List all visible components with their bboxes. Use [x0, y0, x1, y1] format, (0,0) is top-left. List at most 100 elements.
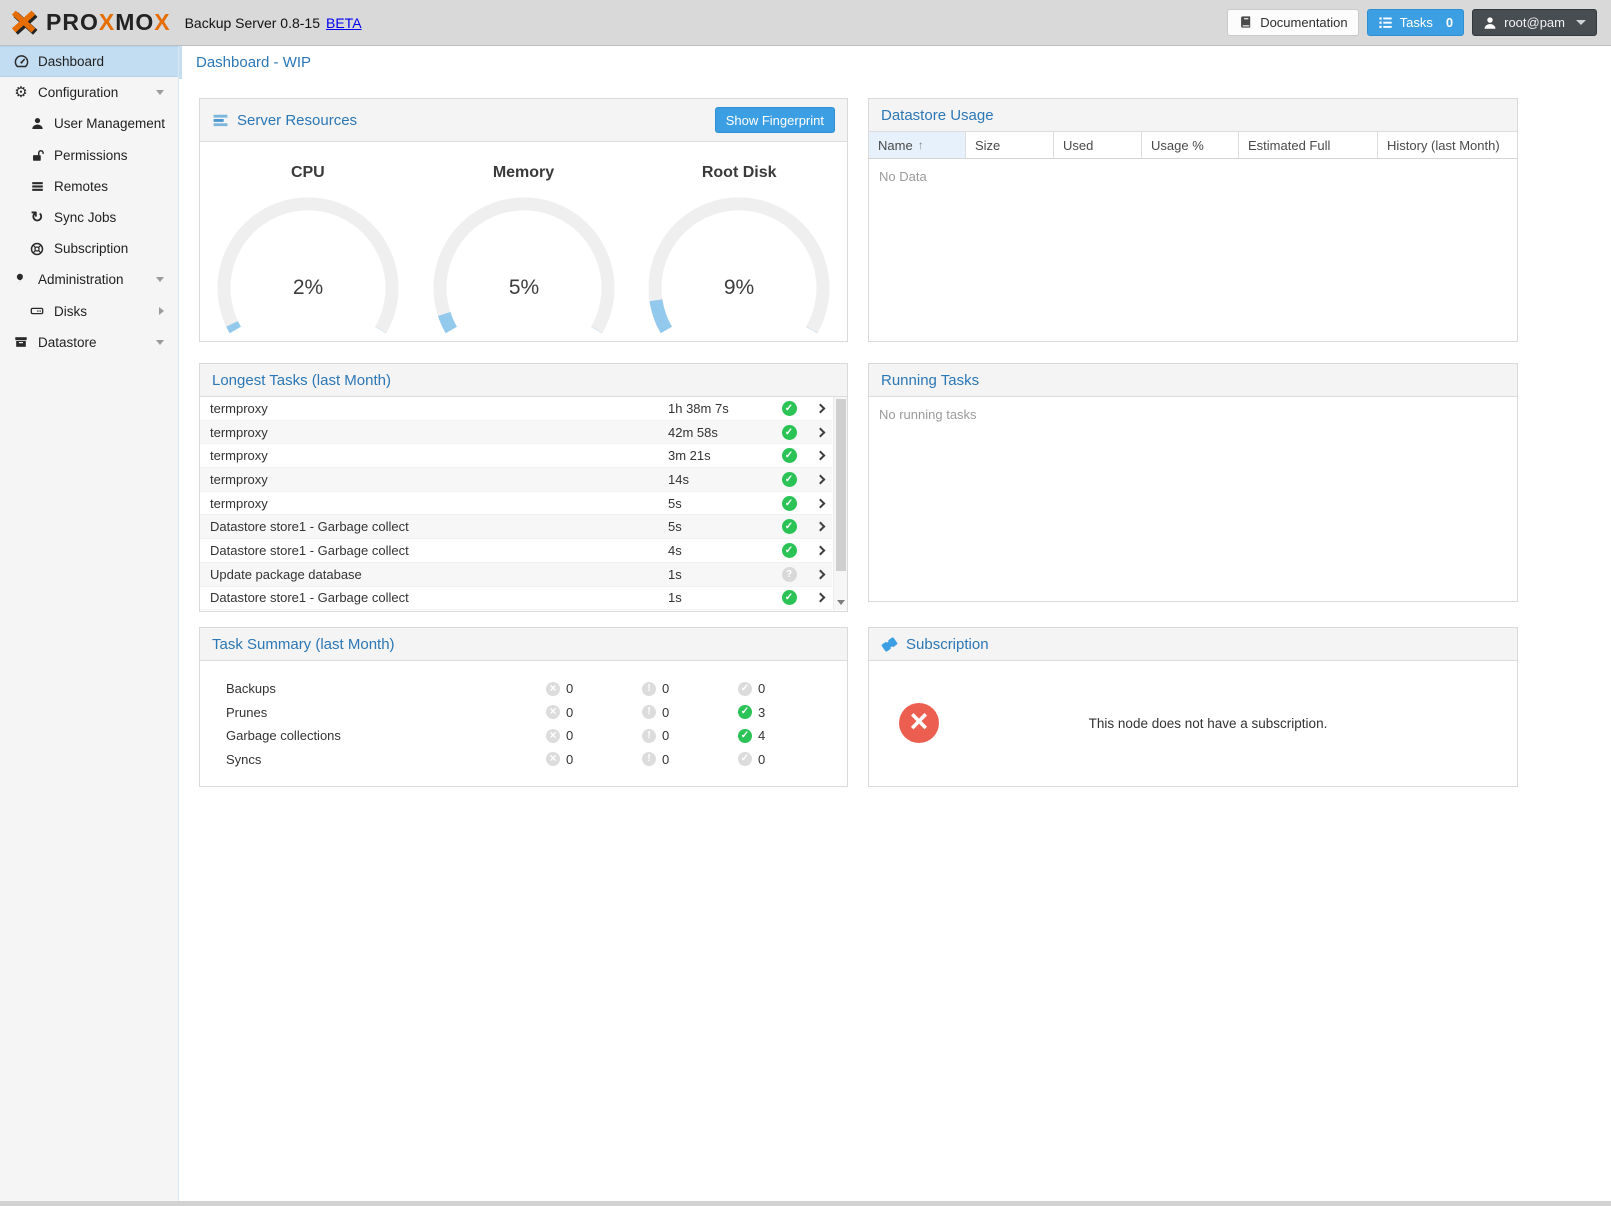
sidebar-item-dashboard[interactable]: Dashboard: [0, 46, 178, 77]
column-header-size[interactable]: Size: [966, 132, 1054, 158]
chevron-right-icon[interactable]: [806, 452, 834, 459]
scrollbar-thumb[interactable]: [836, 399, 846, 571]
summary-label: Prunes: [226, 705, 546, 720]
brand-text: MO: [115, 11, 154, 34]
warning-count-icon: [642, 682, 656, 696]
task-status-icon: [782, 425, 797, 440]
gears-icon: ⚙: [12, 85, 30, 101]
proxmox-logo: PROXMOX: [10, 9, 171, 37]
sidebar-item-remotes[interactable]: Remotes: [0, 171, 178, 202]
scrollbar[interactable]: [833, 397, 847, 610]
sidebar-item-administration[interactable]: Administration: [0, 264, 178, 295]
chevron-right-icon[interactable]: [806, 523, 834, 530]
task-name: Update package database: [210, 567, 668, 582]
tasks-label: Tasks: [1400, 15, 1433, 30]
task-row[interactable]: termproxy 1h 38m 7s: [200, 397, 832, 421]
task-name: termproxy: [210, 448, 668, 463]
sidebar-item-disks[interactable]: Disks: [0, 296, 178, 327]
chevron-down-icon[interactable]: [156, 340, 164, 345]
chevron-right-icon[interactable]: [806, 500, 834, 507]
chevron-right-icon[interactable]: [806, 547, 834, 554]
panel-title: Datastore Usage: [881, 107, 994, 124]
server-resources-icon: [212, 112, 229, 129]
sidebar-item-permissions[interactable]: Permissions: [0, 140, 178, 171]
main-content: Dashboard - WIP Server Resources Show Fi…: [178, 46, 1611, 1201]
task-row[interactable]: termproxy 14s: [200, 468, 832, 492]
task-row[interactable]: Datastore store1 - Garbage collect 4s: [200, 539, 832, 563]
scrollbar-down-button[interactable]: [834, 595, 847, 609]
task-name: Datastore store1 - Garbage collect: [210, 590, 668, 605]
documentation-button[interactable]: Documentation: [1227, 9, 1358, 36]
error-count-icon: [546, 729, 560, 743]
task-row[interactable]: termproxy 3m 21s: [200, 444, 832, 468]
chevron-right-icon[interactable]: [806, 594, 834, 601]
task-row[interactable]: termproxy 5s: [200, 492, 832, 516]
error-count-icon: [546, 705, 560, 719]
task-duration: 1s: [668, 567, 772, 582]
summary-row: Syncs 0 0 0: [200, 748, 847, 772]
task-row[interactable]: Datastore store1 - Garbage collect 5s: [200, 515, 832, 539]
chevron-right-icon[interactable]: [159, 307, 164, 315]
server-resources-panel: Server Resources Show Fingerprint CPU 2%: [199, 98, 848, 342]
gauge-label: Memory: [416, 164, 632, 182]
sidebar-item-label: Remotes: [54, 179, 108, 194]
user-icon: [1483, 16, 1497, 30]
ok-count-icon: [738, 729, 752, 743]
panel-title: Subscription: [906, 636, 989, 653]
panel-title: Running Tasks: [881, 372, 979, 389]
column-header-name[interactable]: Name↑: [869, 132, 966, 158]
warning-count: 0: [662, 728, 669, 743]
beta-link[interactable]: BETA: [326, 15, 362, 31]
ticket-icon: [881, 636, 898, 653]
sidebar-item-subscription[interactable]: Subscription: [0, 233, 178, 264]
sidebar-item-label: Configuration: [38, 85, 118, 100]
sidebar-item-label: Sync Jobs: [54, 210, 116, 225]
warning-count: 0: [662, 752, 669, 767]
chevron-down-icon: [1576, 20, 1586, 25]
sidebar-item-label: Permissions: [54, 148, 128, 163]
brand-text: X: [154, 11, 170, 34]
chevron-right-icon[interactable]: [806, 405, 834, 412]
memory-gauge: Memory 5%: [416, 142, 632, 341]
no-data-text: No Data: [869, 159, 1517, 184]
task-name: termproxy: [210, 425, 668, 440]
column-header-used[interactable]: Used: [1054, 132, 1142, 158]
column-header-usage[interactable]: Usage %: [1142, 132, 1239, 158]
sidebar-item-label: Dashboard: [38, 54, 104, 69]
sidebar-item-sync-jobs[interactable]: ↻ Sync Jobs: [0, 202, 178, 233]
proxmox-x-icon: [10, 9, 40, 37]
root-disk-gauge: Root Disk 9%: [631, 142, 847, 341]
chevron-right-icon[interactable]: [806, 429, 834, 436]
subscription-panel: Subscription This node does not have a s…: [868, 627, 1518, 787]
topbar-actions: Documentation Tasks 0 root@pam: [1227, 9, 1611, 36]
show-fingerprint-button[interactable]: Show Fingerprint: [715, 107, 835, 133]
chevron-down-icon[interactable]: [156, 277, 164, 282]
sidebar-item-label: Subscription: [54, 241, 128, 256]
error-count-icon: [546, 752, 560, 766]
task-row[interactable]: termproxy 42m 58s: [200, 421, 832, 445]
sidebar-item-configuration[interactable]: ⚙ Configuration: [0, 77, 178, 108]
task-duration: 14s: [668, 472, 772, 487]
summary-row: Backups 0 0 0: [200, 677, 847, 701]
datastore-usage-panel: Datastore Usage Name↑ Size Used Usage % …: [868, 98, 1518, 342]
tasks-button[interactable]: Tasks 0: [1367, 9, 1464, 36]
task-row[interactable]: Datastore store1 - Garbage collect 1s: [200, 587, 832, 611]
column-header-history[interactable]: History (last Month): [1378, 132, 1517, 158]
task-row[interactable]: Update package database 1s: [200, 563, 832, 587]
warning-count-icon: [642, 705, 656, 719]
task-status-icon: [782, 543, 797, 558]
sidebar-item-label: Administration: [38, 272, 124, 287]
summary-label: Backups: [226, 681, 546, 696]
user-menu-button[interactable]: root@pam: [1472, 9, 1597, 36]
ok-count: 0: [758, 752, 765, 767]
column-header-estimated-full[interactable]: Estimated Full: [1239, 132, 1378, 158]
sidebar-item-user-management[interactable]: User Management: [0, 108, 178, 139]
chevron-right-icon[interactable]: [806, 571, 834, 578]
chevron-right-icon[interactable]: [806, 476, 834, 483]
longest-tasks-panel: Longest Tasks (last Month) termproxy 1h …: [199, 363, 848, 612]
chevron-down-icon[interactable]: [156, 90, 164, 95]
task-summary-panel: Task Summary (last Month) Backups 0 0 0 …: [199, 627, 848, 787]
task-name: termproxy: [210, 401, 668, 416]
sidebar-item-datastore[interactable]: Datastore: [0, 327, 178, 358]
gauge-value: 9%: [724, 276, 754, 299]
